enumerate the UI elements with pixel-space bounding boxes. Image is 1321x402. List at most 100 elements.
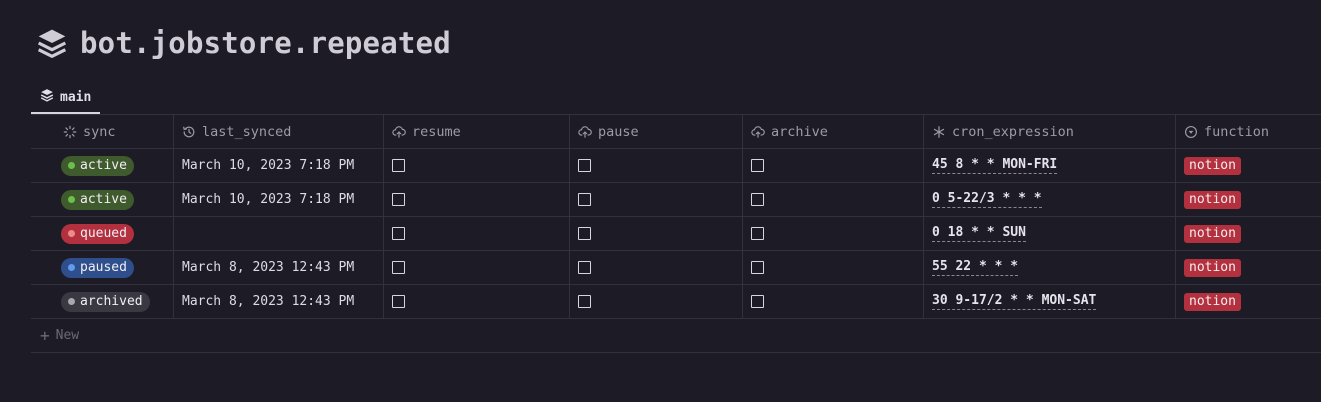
cron-expression-value: 30 9-17/2 * * MON-SAT [932, 293, 1097, 310]
column-header-sync[interactable]: sync [31, 115, 174, 148]
status-label: paused [80, 260, 127, 275]
status-dot [68, 162, 75, 169]
status-badge[interactable]: archived [61, 291, 150, 312]
database-table: sync last_synced resume pause archive cr… [31, 114, 1321, 353]
cell-function[interactable]: notion [1176, 285, 1321, 318]
status-label: active [80, 192, 127, 207]
function-tag[interactable]: notion [1184, 292, 1241, 311]
cell-archive [743, 217, 924, 250]
cell-sync[interactable]: paused [31, 251, 174, 284]
history-icon [182, 125, 196, 139]
status-dot [68, 196, 75, 203]
table-row[interactable]: active March 10, 2023 7:18 PM 45 8 * * M… [31, 149, 1321, 183]
cell-last-synced[interactable]: March 10, 2023 7:18 PM [174, 183, 384, 216]
resume-checkbox[interactable] [392, 261, 405, 274]
cell-archive [743, 183, 924, 216]
last-synced-value: March 10, 2023 7:18 PM [182, 158, 355, 173]
function-tag[interactable]: notion [1184, 156, 1241, 175]
cell-function[interactable]: notion [1176, 217, 1321, 250]
column-header-last-synced[interactable]: last_synced [174, 115, 384, 148]
cloud-upload-icon [392, 125, 406, 139]
layers-icon [40, 88, 54, 106]
function-tag[interactable]: notion [1184, 190, 1241, 209]
archive-checkbox[interactable] [751, 295, 764, 308]
new-row-label: New [55, 328, 80, 343]
column-header-cron-expression[interactable]: cron_expression [924, 115, 1176, 148]
cell-cron-expression[interactable]: 45 8 * * MON-FRI [924, 149, 1176, 182]
resume-checkbox[interactable] [392, 295, 405, 308]
plus-icon: + [40, 325, 50, 345]
status-badge[interactable]: active [61, 189, 134, 210]
add-new-row-button[interactable]: + New [31, 319, 1321, 353]
cell-archive [743, 285, 924, 318]
cell-sync[interactable]: queued [31, 217, 174, 250]
cell-pause [570, 217, 743, 250]
table-row[interactable]: paused March 8, 2023 12:43 PM 55 22 * * … [31, 251, 1321, 285]
status-badge[interactable]: paused [61, 257, 134, 278]
cell-last-synced[interactable]: March 8, 2023 12:43 PM [174, 251, 384, 284]
cell-archive [743, 251, 924, 284]
asterisk-icon [932, 125, 946, 139]
cell-sync[interactable]: archived [31, 285, 174, 318]
status-label: queued [80, 226, 127, 241]
tab-main[interactable]: main [31, 82, 101, 114]
resume-checkbox[interactable] [392, 227, 405, 240]
pause-checkbox[interactable] [578, 193, 591, 206]
layers-icon [36, 27, 68, 59]
cron-expression-value: 0 5-22/3 * * * [932, 191, 1042, 208]
cell-function[interactable]: notion [1176, 251, 1321, 284]
cell-last-synced[interactable]: March 8, 2023 12:43 PM [174, 285, 384, 318]
cell-function[interactable]: notion [1176, 149, 1321, 182]
function-tag[interactable]: notion [1184, 224, 1241, 243]
cron-expression-value: 45 8 * * MON-FRI [932, 157, 1058, 174]
status-dot [68, 264, 75, 271]
cell-cron-expression[interactable]: 0 5-22/3 * * * [924, 183, 1176, 216]
status-badge[interactable]: queued [61, 223, 134, 244]
cell-cron-expression[interactable]: 55 22 * * * [924, 251, 1176, 284]
table-header-row: sync last_synced resume pause archive cr… [31, 115, 1321, 149]
cell-sync[interactable]: active [31, 183, 174, 216]
status-dot [68, 298, 75, 305]
column-header-archive[interactable]: archive [743, 115, 924, 148]
table-row[interactable]: archived March 8, 2023 12:43 PM 30 9-17/… [31, 285, 1321, 319]
cell-archive [743, 149, 924, 182]
pause-checkbox[interactable] [578, 295, 591, 308]
resume-checkbox[interactable] [392, 193, 405, 206]
table-row[interactable]: active March 10, 2023 7:18 PM 0 5-22/3 *… [31, 183, 1321, 217]
archive-checkbox[interactable] [751, 227, 764, 240]
archive-checkbox[interactable] [751, 193, 764, 206]
cell-pause [570, 183, 743, 216]
pause-checkbox[interactable] [578, 227, 591, 240]
cell-resume [384, 251, 570, 284]
archive-checkbox[interactable] [751, 159, 764, 172]
status-dot [68, 230, 75, 237]
cloud-upload-icon [578, 125, 592, 139]
cell-resume [384, 183, 570, 216]
table-row[interactable]: queued 0 18 * * SUN notion [31, 217, 1321, 251]
loader-icon [63, 125, 77, 139]
page-title: bot.jobstore.repeated [80, 26, 451, 60]
pause-checkbox[interactable] [578, 261, 591, 274]
last-synced-value: March 8, 2023 12:43 PM [182, 260, 355, 275]
cell-cron-expression[interactable]: 0 18 * * SUN [924, 217, 1176, 250]
status-label: active [80, 158, 127, 173]
resume-checkbox[interactable] [392, 159, 405, 172]
column-header-pause[interactable]: pause [570, 115, 743, 148]
cell-resume [384, 149, 570, 182]
pause-checkbox[interactable] [578, 159, 591, 172]
last-synced-value: March 10, 2023 7:18 PM [182, 192, 355, 207]
function-tag[interactable]: notion [1184, 258, 1241, 277]
cell-last-synced[interactable] [174, 217, 384, 250]
tab-label: main [60, 89, 92, 105]
cell-sync[interactable]: active [31, 149, 174, 182]
cell-resume [384, 285, 570, 318]
cell-last-synced[interactable]: March 10, 2023 7:18 PM [174, 149, 384, 182]
page-header: bot.jobstore.repeated [36, 26, 451, 60]
column-header-function[interactable]: function [1176, 115, 1321, 148]
cell-cron-expression[interactable]: 30 9-17/2 * * MON-SAT [924, 285, 1176, 318]
cron-expression-value: 55 22 * * * [932, 259, 1019, 276]
cell-function[interactable]: notion [1176, 183, 1321, 216]
status-badge[interactable]: active [61, 155, 134, 176]
column-header-resume[interactable]: resume [384, 115, 570, 148]
archive-checkbox[interactable] [751, 261, 764, 274]
